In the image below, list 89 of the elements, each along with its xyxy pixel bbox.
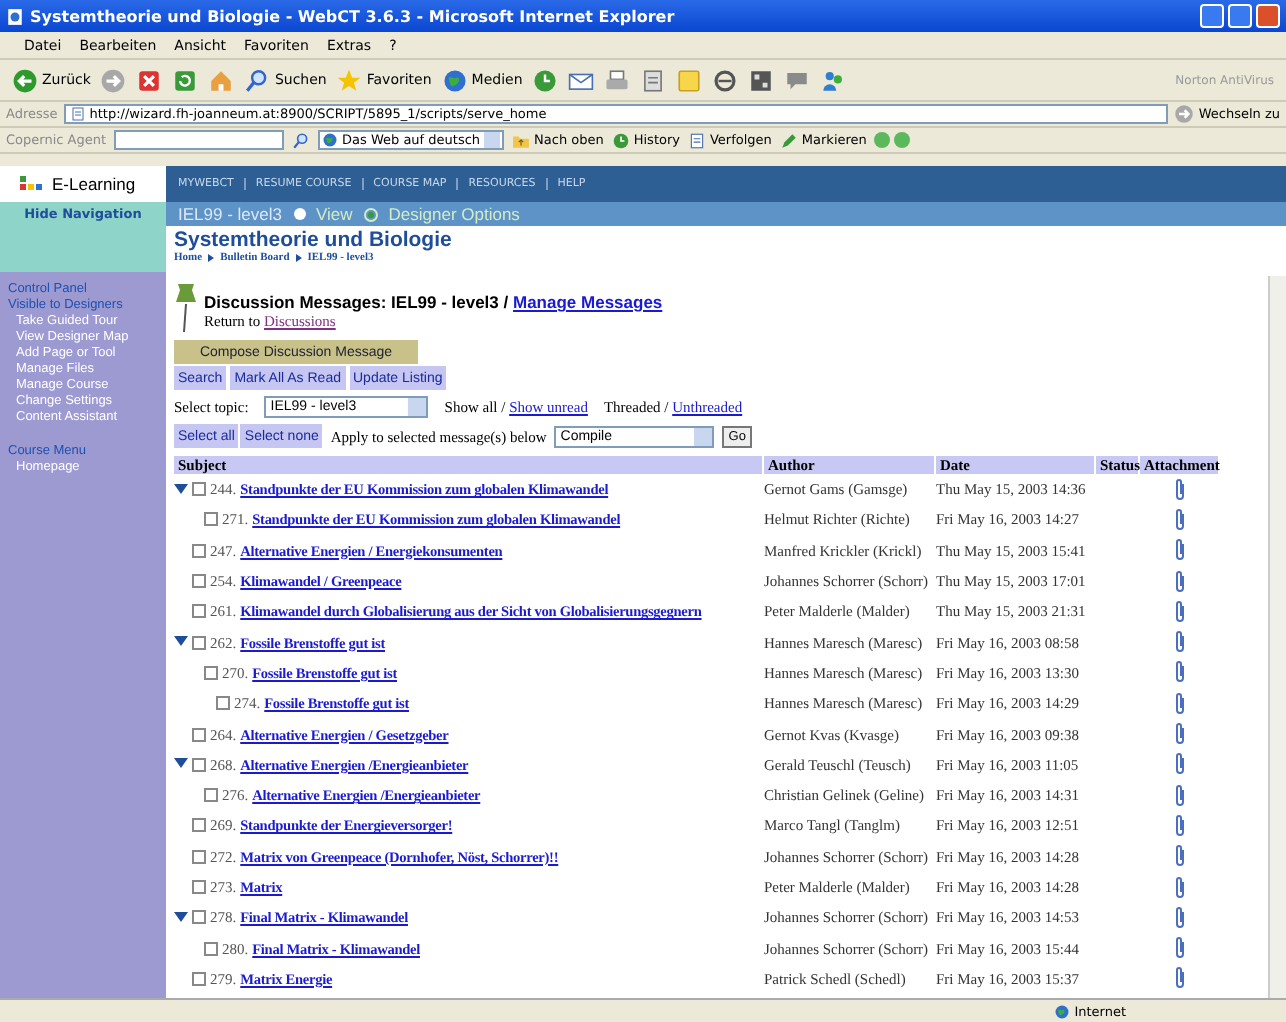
search-icon [292,131,311,149]
row-checkbox[interactable] [192,727,206,742]
note-icon [676,67,703,93]
course-title: Systemtheorie und Biologie [174,230,454,252]
toolbar-button[interactable] [604,67,631,93]
paperclip-icon[interactable] [1174,722,1186,747]
paperclip-icon[interactable] [1174,905,1186,930]
scrollbar[interactable] [1268,276,1286,998]
paperclip-icon[interactable] [1174,783,1186,808]
globe-icon [322,132,339,148]
paperclip-icon[interactable] [1174,507,1186,532]
toolbar-button[interactable] [748,67,775,93]
paperclip-icon[interactable] [1174,660,1186,685]
speech-bubble-icon [784,67,811,93]
paperclip-icon[interactable] [1174,630,1186,655]
toolbar-button[interactable] [820,67,847,93]
row-checkbox[interactable] [192,482,206,497]
search-icon [244,67,271,93]
paperclip-icon[interactable] [1174,813,1186,838]
row-checkbox[interactable] [192,543,206,558]
house-icon [208,67,235,93]
refresh-icon [172,67,199,93]
page-icon [6,7,24,25]
course-code: IEL99 - level3 [178,204,282,224]
row-checkbox[interactable] [216,696,230,711]
window-title: Systemtheorie und Biologie - WebCT 3.6.3 - Microsoft Internet Explorer [30,7,675,25]
page-icon [687,131,706,149]
paperclip-icon[interactable] [1174,936,1186,961]
star-icon [336,67,363,93]
row-checkbox[interactable] [192,635,206,650]
clock-icon [611,131,630,149]
toolbar-button[interactable] [640,67,667,93]
document-icon [640,67,667,93]
squares-icon [20,175,44,193]
logo-text: E-Learning [52,174,136,194]
collapse-triangle-icon[interactable] [174,636,188,649]
paperclip-icon[interactable] [1174,875,1186,899]
folder-up-icon [512,131,531,149]
separator-icon [295,254,302,262]
paperclip-icon[interactable] [1174,538,1186,563]
toolbar-button[interactable] [532,67,559,93]
nav-dots-icon [874,132,911,148]
ring-icon [712,67,739,93]
separator-icon [208,254,215,262]
minimize-button[interactable] [1200,4,1224,28]
toolbar-button[interactable] [712,67,739,93]
paperclip-icon[interactable] [1174,752,1186,777]
row-checkbox[interactable] [192,818,206,833]
paperclip-icon[interactable] [1174,477,1186,502]
row-checkbox[interactable] [204,512,218,527]
pushpin-icon [174,280,198,332]
search-field[interactable] [114,130,285,150]
paperclip-icon[interactable] [1174,691,1186,716]
collapse-triangle-icon[interactable] [174,758,188,771]
toolbar-button[interactable] [784,67,811,93]
row-checkbox[interactable] [192,574,206,589]
pencil-icon [779,131,798,149]
paperclip-icon[interactable] [1174,966,1186,991]
toolbar-button[interactable] [136,67,163,93]
row-checkbox[interactable] [192,604,206,619]
row-checkbox[interactable] [204,941,218,956]
people-icon [820,67,847,93]
page-heading: Discussion Messages: IEL99 - level3 / Manage Messages [204,292,663,312]
row-checkbox[interactable] [192,880,206,894]
collapse-triangle-icon[interactable] [174,483,188,496]
collapse-triangle-icon[interactable] [174,911,188,924]
toolbar-button[interactable] [172,67,199,93]
grid-icon [748,67,775,93]
forward-arrow-icon [1174,104,1195,124]
paperclip-icon[interactable] [1174,569,1186,594]
maximize-button[interactable] [1228,4,1252,28]
close-button[interactable] [1256,4,1280,28]
globe-icon [1054,1003,1071,1019]
back-arrow-icon [12,67,38,93]
manage-messages-link[interactable]: Manage Messages [513,292,663,312]
row-checkbox[interactable] [192,849,206,864]
printer-icon [604,67,631,93]
stop-icon [136,67,163,93]
row-checkbox[interactable] [204,788,218,803]
forward-arrow-icon [100,67,127,93]
globe-icon [441,67,468,93]
paperclip-icon[interactable] [1174,599,1186,624]
row-checkbox[interactable] [192,910,206,925]
row-checkbox[interactable] [192,757,206,772]
row-checkbox[interactable] [204,665,218,680]
page-icon [69,106,86,122]
paperclip-icon[interactable] [1174,844,1186,869]
clock-icon [532,67,559,93]
row-checkbox[interactable] [192,971,206,986]
